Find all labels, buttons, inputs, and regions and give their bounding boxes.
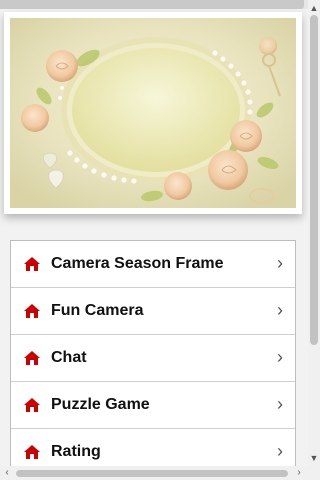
horizontal-scroll-thumb[interactable] — [16, 470, 288, 477]
home-icon — [24, 398, 40, 412]
top-scroll-thumb[interactable] — [0, 0, 304, 9]
top-scrollbar — [0, 0, 308, 9]
chevron-right-icon: › — [277, 253, 283, 273]
menu-item-label: Camera Season Frame — [51, 255, 224, 272]
menu-list: Camera Season Frame › Fun Camera › Chat … — [10, 240, 296, 476]
banner-card — [4, 12, 302, 214]
scroll-right-icon[interactable]: › — [293, 466, 305, 480]
scroll-down-icon[interactable]: ▼ — [308, 452, 320, 464]
menu-item-label: Rating — [51, 443, 101, 460]
chevron-right-icon: › — [277, 300, 283, 320]
home-icon — [24, 257, 40, 271]
menu-item-label: Puzzle Game — [51, 396, 150, 413]
scroll-left-icon[interactable]: ‹ — [1, 466, 13, 480]
menu-item-fun-camera[interactable]: Fun Camera › — [11, 288, 295, 335]
home-icon — [24, 351, 40, 365]
menu-item-puzzle-game[interactable]: Puzzle Game › — [11, 382, 295, 429]
menu-item-chat[interactable]: Chat › — [11, 335, 295, 382]
home-icon — [24, 304, 40, 318]
vertical-scroll-thumb[interactable] — [310, 15, 318, 345]
vertical-scrollbar[interactable]: ▲ ▼ — [308, 0, 320, 466]
menu-item-label: Fun Camera — [51, 302, 144, 319]
chevron-right-icon: › — [277, 441, 283, 461]
horizontal-scrollbar[interactable]: ‹ › — [0, 466, 320, 480]
menu-item-camera-season-frame[interactable]: Camera Season Frame › — [11, 241, 295, 288]
rose-frame-image — [10, 18, 296, 208]
menu-item-label: Chat — [51, 349, 87, 366]
chevron-right-icon: › — [277, 347, 283, 367]
home-icon — [24, 445, 40, 459]
scroll-up-icon[interactable]: ▲ — [308, 2, 320, 14]
chevron-right-icon: › — [277, 394, 283, 414]
